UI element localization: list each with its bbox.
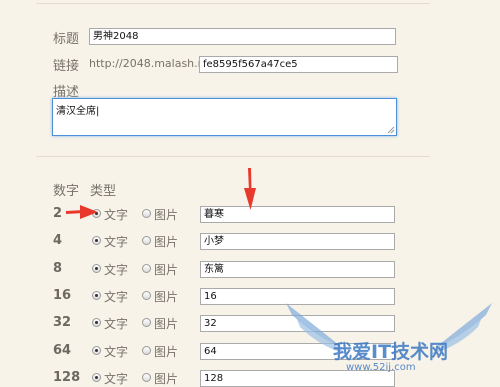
radio-image-label: 图片 — [154, 235, 179, 249]
tile-number: 128 — [53, 370, 81, 385]
resize-grip-icon[interactable] — [387, 126, 395, 134]
watermark-wings-icon — [286, 303, 492, 355]
tile-value-input[interactable]: 东篱 — [200, 261, 395, 278]
radio-text-label: 文字 — [104, 317, 129, 331]
description-textarea[interactable]: 清汉全席| — [52, 98, 397, 136]
radio-text-label: 文字 — [104, 235, 129, 249]
radio-image[interactable] — [142, 291, 151, 300]
tile-number: 16 — [53, 288, 72, 303]
tile-number: 64 — [53, 343, 72, 358]
radio-image[interactable] — [142, 236, 151, 245]
radio-text-label: 文字 — [104, 290, 129, 304]
radio-image[interactable] — [142, 209, 151, 218]
watermark: 我爱IT技术网 www.52ij.com — [278, 297, 500, 379]
radio-image-label: 图片 — [154, 317, 179, 331]
tile-value-input[interactable]: 暮寒 — [200, 206, 395, 223]
title-label: 标题 — [53, 32, 80, 47]
divider-middle — [36, 156, 430, 157]
description-text: 清汉全席| — [56, 106, 100, 117]
radio-text[interactable] — [92, 373, 101, 382]
tile-value-input[interactable]: 小梦 — [200, 233, 395, 250]
link-label: 链接 — [53, 59, 80, 74]
arrow-down-icon — [244, 168, 256, 210]
radio-image-label: 图片 — [154, 345, 179, 359]
radio-image-label: 图片 — [154, 290, 179, 304]
radio-text-label: 文字 — [104, 208, 129, 222]
radio-text-label: 文字 — [104, 345, 129, 359]
radio-image[interactable] — [142, 318, 151, 327]
tile-value-input[interactable]: 32 — [200, 315, 395, 332]
radio-text[interactable] — [92, 346, 101, 355]
tile-number: 4 — [53, 233, 63, 248]
link-input[interactable]: fe8595f567a47ce5 — [199, 56, 398, 73]
tile-number: 2 — [53, 206, 63, 221]
radio-text[interactable] — [92, 264, 101, 273]
title-input[interactable]: 男神2048 — [89, 28, 396, 45]
radio-image-label: 图片 — [154, 208, 179, 222]
radio-text[interactable] — [92, 318, 101, 327]
radio-image[interactable] — [142, 373, 151, 382]
radio-image[interactable] — [142, 346, 151, 355]
radio-image[interactable] — [142, 264, 151, 273]
radio-text[interactable] — [92, 236, 101, 245]
tile-value-input[interactable]: 16 — [200, 288, 395, 305]
radio-text[interactable] — [92, 209, 101, 218]
radio-text[interactable] — [92, 291, 101, 300]
type-column-header: 类型 — [90, 184, 117, 199]
tile-number: 8 — [53, 261, 63, 276]
radio-text-label: 文字 — [104, 263, 129, 277]
tile-number: 32 — [53, 315, 72, 330]
number-column-header: 数字 — [53, 184, 80, 199]
tile-value-input[interactable]: 64 — [200, 343, 395, 360]
divider-top — [36, 3, 430, 4]
radio-image-label: 图片 — [154, 263, 179, 277]
